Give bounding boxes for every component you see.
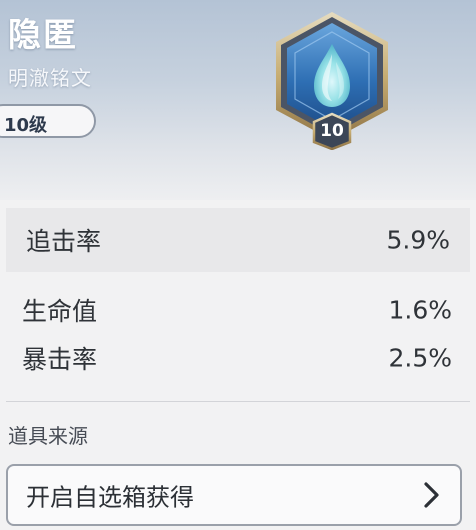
chevron-right-icon [424,482,439,508]
stat-value: 5.9% [386,225,450,255]
level-pill: 10级 [0,104,96,138]
stat-row-pursuit-rate: 追击率 5.9% [6,208,470,272]
source-section-label: 道具来源 [8,424,88,448]
level-label: 10级 [4,115,48,136]
item-category: 明澈铭文 [8,66,92,90]
divider [6,401,470,402]
stats-list: 追击率 5.9% 生命值 1.6% 暴击率 2.5% [0,208,476,382]
source-button[interactable]: 开启自选箱获得 [6,464,462,526]
badge-level-number: 10 [320,121,344,141]
source-button-label: 开启自选箱获得 [26,483,194,512]
stat-name: 追击率 [26,227,102,256]
stat-row-health: 生命值 1.6% [0,286,476,334]
stat-name: 暴击率 [22,345,98,374]
stat-row-crit-rate: 暴击率 2.5% [0,334,476,382]
stat-value: 1.6% [388,295,452,325]
stat-name: 生命值 [22,297,98,326]
stat-value: 2.5% [388,343,452,373]
item-title: 隐匿 [8,15,78,54]
inscription-badge: 10 [270,10,394,151]
